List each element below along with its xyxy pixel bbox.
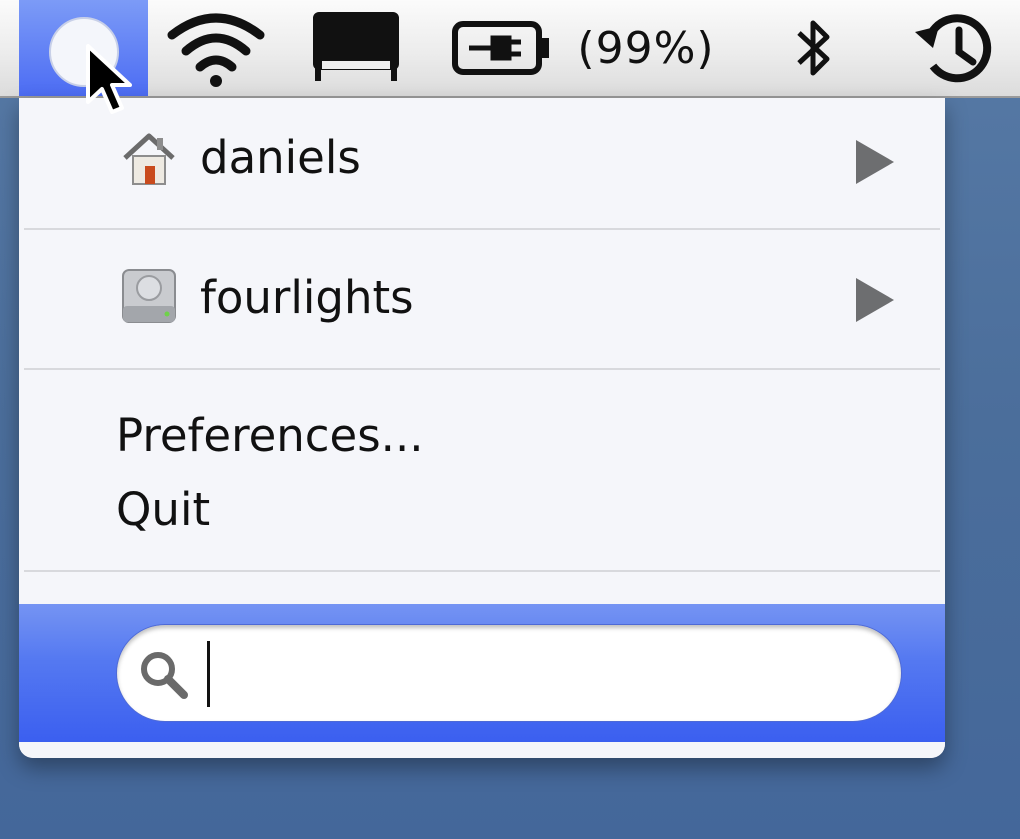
menu-item-label: fourlights — [200, 271, 414, 324]
battery-percent-label: (99%) — [577, 22, 715, 74]
menu-item-label: daniels — [200, 131, 361, 184]
text-caret — [207, 641, 210, 707]
menu-item-daniels[interactable]: daniels — [19, 98, 945, 228]
menu-bottom-edge — [19, 742, 945, 758]
menu-separator — [24, 570, 940, 572]
menu-separator — [24, 368, 940, 370]
menu-item-fourlights[interactable]: fourlights — [19, 230, 945, 368]
magnifying-glass-icon — [141, 652, 188, 699]
wifi-icon — [167, 13, 265, 87]
wifi-menu-extra[interactable] — [160, 0, 272, 96]
preferences-menu-item[interactable]: Preferences... — [116, 408, 424, 464]
time-machine-menu-extra[interactable] — [906, 0, 1002, 96]
submenu-arrow-icon — [856, 278, 894, 322]
menu-bar: (99%) — [0, 0, 1020, 98]
battery-percentage: (99%) — [566, 0, 726, 96]
search-row-highlight — [19, 604, 945, 742]
display-menu-extra[interactable] — [306, 0, 406, 96]
battery-icon — [452, 21, 549, 75]
battery-menu-extra[interactable] — [446, 0, 556, 96]
quit-menu-item[interactable]: Quit — [116, 482, 210, 538]
time-machine-icon — [915, 14, 992, 83]
submenu-arrow-icon — [856, 140, 894, 184]
bluetooth-menu-extra[interactable] — [786, 0, 842, 96]
bluetooth-icon — [797, 20, 830, 76]
display-icon — [313, 12, 399, 81]
dropdown-menu: daniels fourlights Preferences... Quit — [19, 98, 945, 758]
home-folder-icon — [123, 133, 175, 185]
search-input[interactable] — [202, 639, 886, 709]
mouse-pointer-icon — [86, 44, 132, 114]
hard-drive-icon — [122, 269, 176, 323]
search-field[interactable] — [116, 624, 902, 722]
